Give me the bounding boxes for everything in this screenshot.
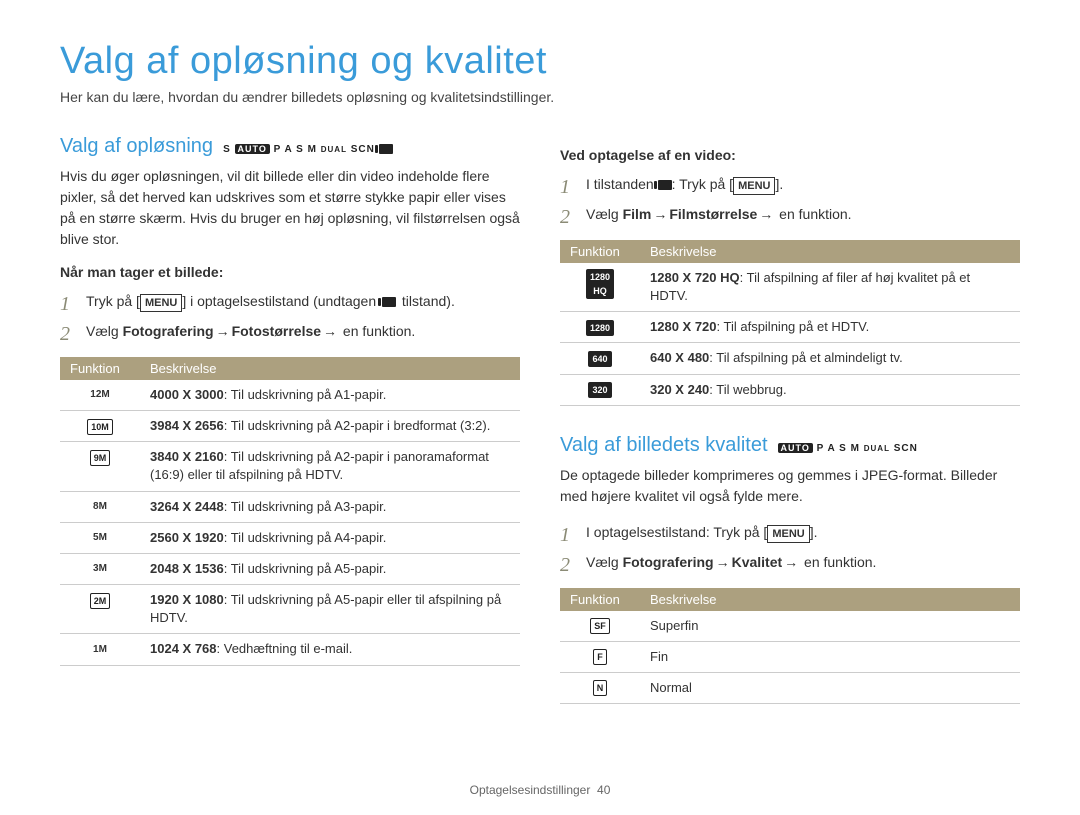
menu-button-icon: MENU bbox=[140, 294, 182, 312]
res-icon-2m: 2M bbox=[90, 593, 111, 609]
section-heading-resolution: Valg af opløsning S AUTO P A S M DUAL SC… bbox=[60, 135, 520, 158]
table-row: 9M3840 X 2160: Til udskrivning på A2-pap… bbox=[60, 442, 520, 491]
mode-strip: S AUTO P A S M DUAL SCN bbox=[223, 144, 393, 155]
photo-step-1: Tryk på [MENU] i optagelsestilstand (und… bbox=[60, 290, 520, 312]
table-row: 12M4000 X 3000: Til udskrivning på A1-pa… bbox=[60, 380, 520, 411]
section-heading-quality: Valg af billedets kvalitet AUTO P A S M … bbox=[560, 434, 1020, 457]
table-header-row: Funktion Beskrivelse bbox=[60, 357, 520, 380]
table-header-function: Funktion bbox=[60, 357, 140, 380]
vres-icon-1280: 1280 bbox=[586, 320, 614, 336]
res-icon-8m: 8M bbox=[93, 500, 107, 514]
quality-intro: De optagede billeder komprimeres og gemm… bbox=[560, 465, 1020, 507]
table-row: SFSuperfin bbox=[560, 611, 1020, 642]
video-size-table: Funktion Beskrivelse 1280HQ1280 X 720 HQ… bbox=[560, 240, 1020, 406]
table-row: 12801280 X 720: Til afspilning på et HDT… bbox=[560, 312, 1020, 343]
res-icon-9m: 9M bbox=[90, 450, 111, 466]
video-subheading: Ved optagelse af en video: bbox=[560, 147, 1020, 163]
quality-steps: I optagelsestilstand: Tryk på [MENU]. Væ… bbox=[560, 521, 1020, 574]
table-row: 1M1024 X 768: Vedhæftning til e-mail. bbox=[60, 634, 520, 665]
table-header-function: Funktion bbox=[560, 588, 640, 611]
page-subtitle: Her kan du lære, hvordan du ændrer bille… bbox=[60, 89, 1020, 105]
footer-text: Optagelsesindstillinger bbox=[470, 783, 591, 797]
table-header-row: Funktion Beskrivelse bbox=[560, 240, 1020, 263]
left-column: Valg af opløsning S AUTO P A S M DUAL SC… bbox=[60, 135, 520, 704]
res-icon-1m: 1M bbox=[93, 643, 107, 657]
res-icon-12m: 12M bbox=[90, 388, 109, 402]
page-title: Valg af opløsning og kvalitet bbox=[60, 40, 1020, 83]
quality-icon-f: F bbox=[593, 649, 607, 665]
table-row: 320320 X 240: Til webbrug. bbox=[560, 374, 1020, 405]
video-icon bbox=[379, 144, 393, 154]
table-row: 8M3264 X 2448: Til udskrivning på A3-pap… bbox=[60, 491, 520, 522]
photo-step-2: Vælg Fotografering→Fotostørrelse→ en fun… bbox=[60, 320, 520, 342]
quality-icon-sf: SF bbox=[590, 618, 610, 634]
video-steps: I tilstanden : Tryk på [MENU]. Vælg Film… bbox=[560, 173, 1020, 226]
table-header-description: Beskrivelse bbox=[640, 588, 1020, 611]
quality-icon-n: N bbox=[593, 680, 608, 696]
table-row: 10M3984 X 2656: Til udskrivning på A2-pa… bbox=[60, 410, 520, 441]
video-step-1: I tilstanden : Tryk på [MENU]. bbox=[560, 173, 1020, 195]
heading-text: Valg af billedets kvalitet bbox=[560, 434, 768, 457]
quality-step-2: Vælg Fotografering→Kvalitet→ en funktion… bbox=[560, 551, 1020, 573]
table-header-row: Funktion Beskrivelse bbox=[560, 588, 1020, 611]
vres-icon-320: 320 bbox=[588, 382, 611, 398]
video-step-2: Vælg Film→Filmstørrelse→ en funktion. bbox=[560, 203, 1020, 225]
res-icon-5m: 5M bbox=[93, 531, 107, 545]
mode-strip: AUTO P A S M DUAL SCN bbox=[778, 443, 918, 454]
res-icon-3m: 3M bbox=[93, 562, 107, 576]
footer-page: 40 bbox=[597, 783, 610, 797]
table-row: NNormal bbox=[560, 672, 1020, 703]
photo-subheading: Når man tager et billede: bbox=[60, 264, 520, 280]
table-row: 2M1920 X 1080: Til udskrivning på A5-pap… bbox=[60, 585, 520, 634]
table-header-description: Beskrivelse bbox=[140, 357, 520, 380]
video-icon bbox=[658, 180, 672, 190]
table-row: FFin bbox=[560, 641, 1020, 672]
menu-button-icon: MENU bbox=[733, 177, 775, 195]
table-header-description: Beskrivelse bbox=[640, 240, 1020, 263]
photo-steps: Tryk på [MENU] i optagelsestilstand (und… bbox=[60, 290, 520, 343]
right-column: Ved optagelse af en video: I tilstanden … bbox=[560, 135, 1020, 704]
page-footer: Optagelsesindstillinger 40 bbox=[0, 783, 1080, 797]
menu-button-icon: MENU bbox=[767, 525, 809, 543]
vres-icon-1280hq: 1280HQ bbox=[586, 269, 614, 299]
vres-icon-640: 640 bbox=[588, 351, 611, 367]
photo-size-table: Funktion Beskrivelse 12M4000 X 3000: Til… bbox=[60, 357, 520, 666]
table-header-function: Funktion bbox=[560, 240, 640, 263]
table-row: 5M2560 X 1920: Til udskrivning på A4-pap… bbox=[60, 522, 520, 553]
table-row: 640640 X 480: Til afspilning på et almin… bbox=[560, 343, 1020, 374]
video-icon bbox=[382, 297, 396, 307]
res-icon-10m: 10M bbox=[87, 419, 113, 435]
intro-text: Hvis du øger opløsningen, vil dit billed… bbox=[60, 166, 520, 250]
table-row: 3M2048 X 1536: Til udskrivning på A5-pap… bbox=[60, 553, 520, 584]
quality-step-1: I optagelsestilstand: Tryk på [MENU]. bbox=[560, 521, 1020, 543]
quality-table: Funktion Beskrivelse SFSuperfin FFin NNo… bbox=[560, 588, 1020, 705]
table-row: 1280HQ1280 X 720 HQ: Til afspilning af f… bbox=[560, 263, 1020, 312]
heading-text: Valg af opløsning bbox=[60, 135, 213, 158]
